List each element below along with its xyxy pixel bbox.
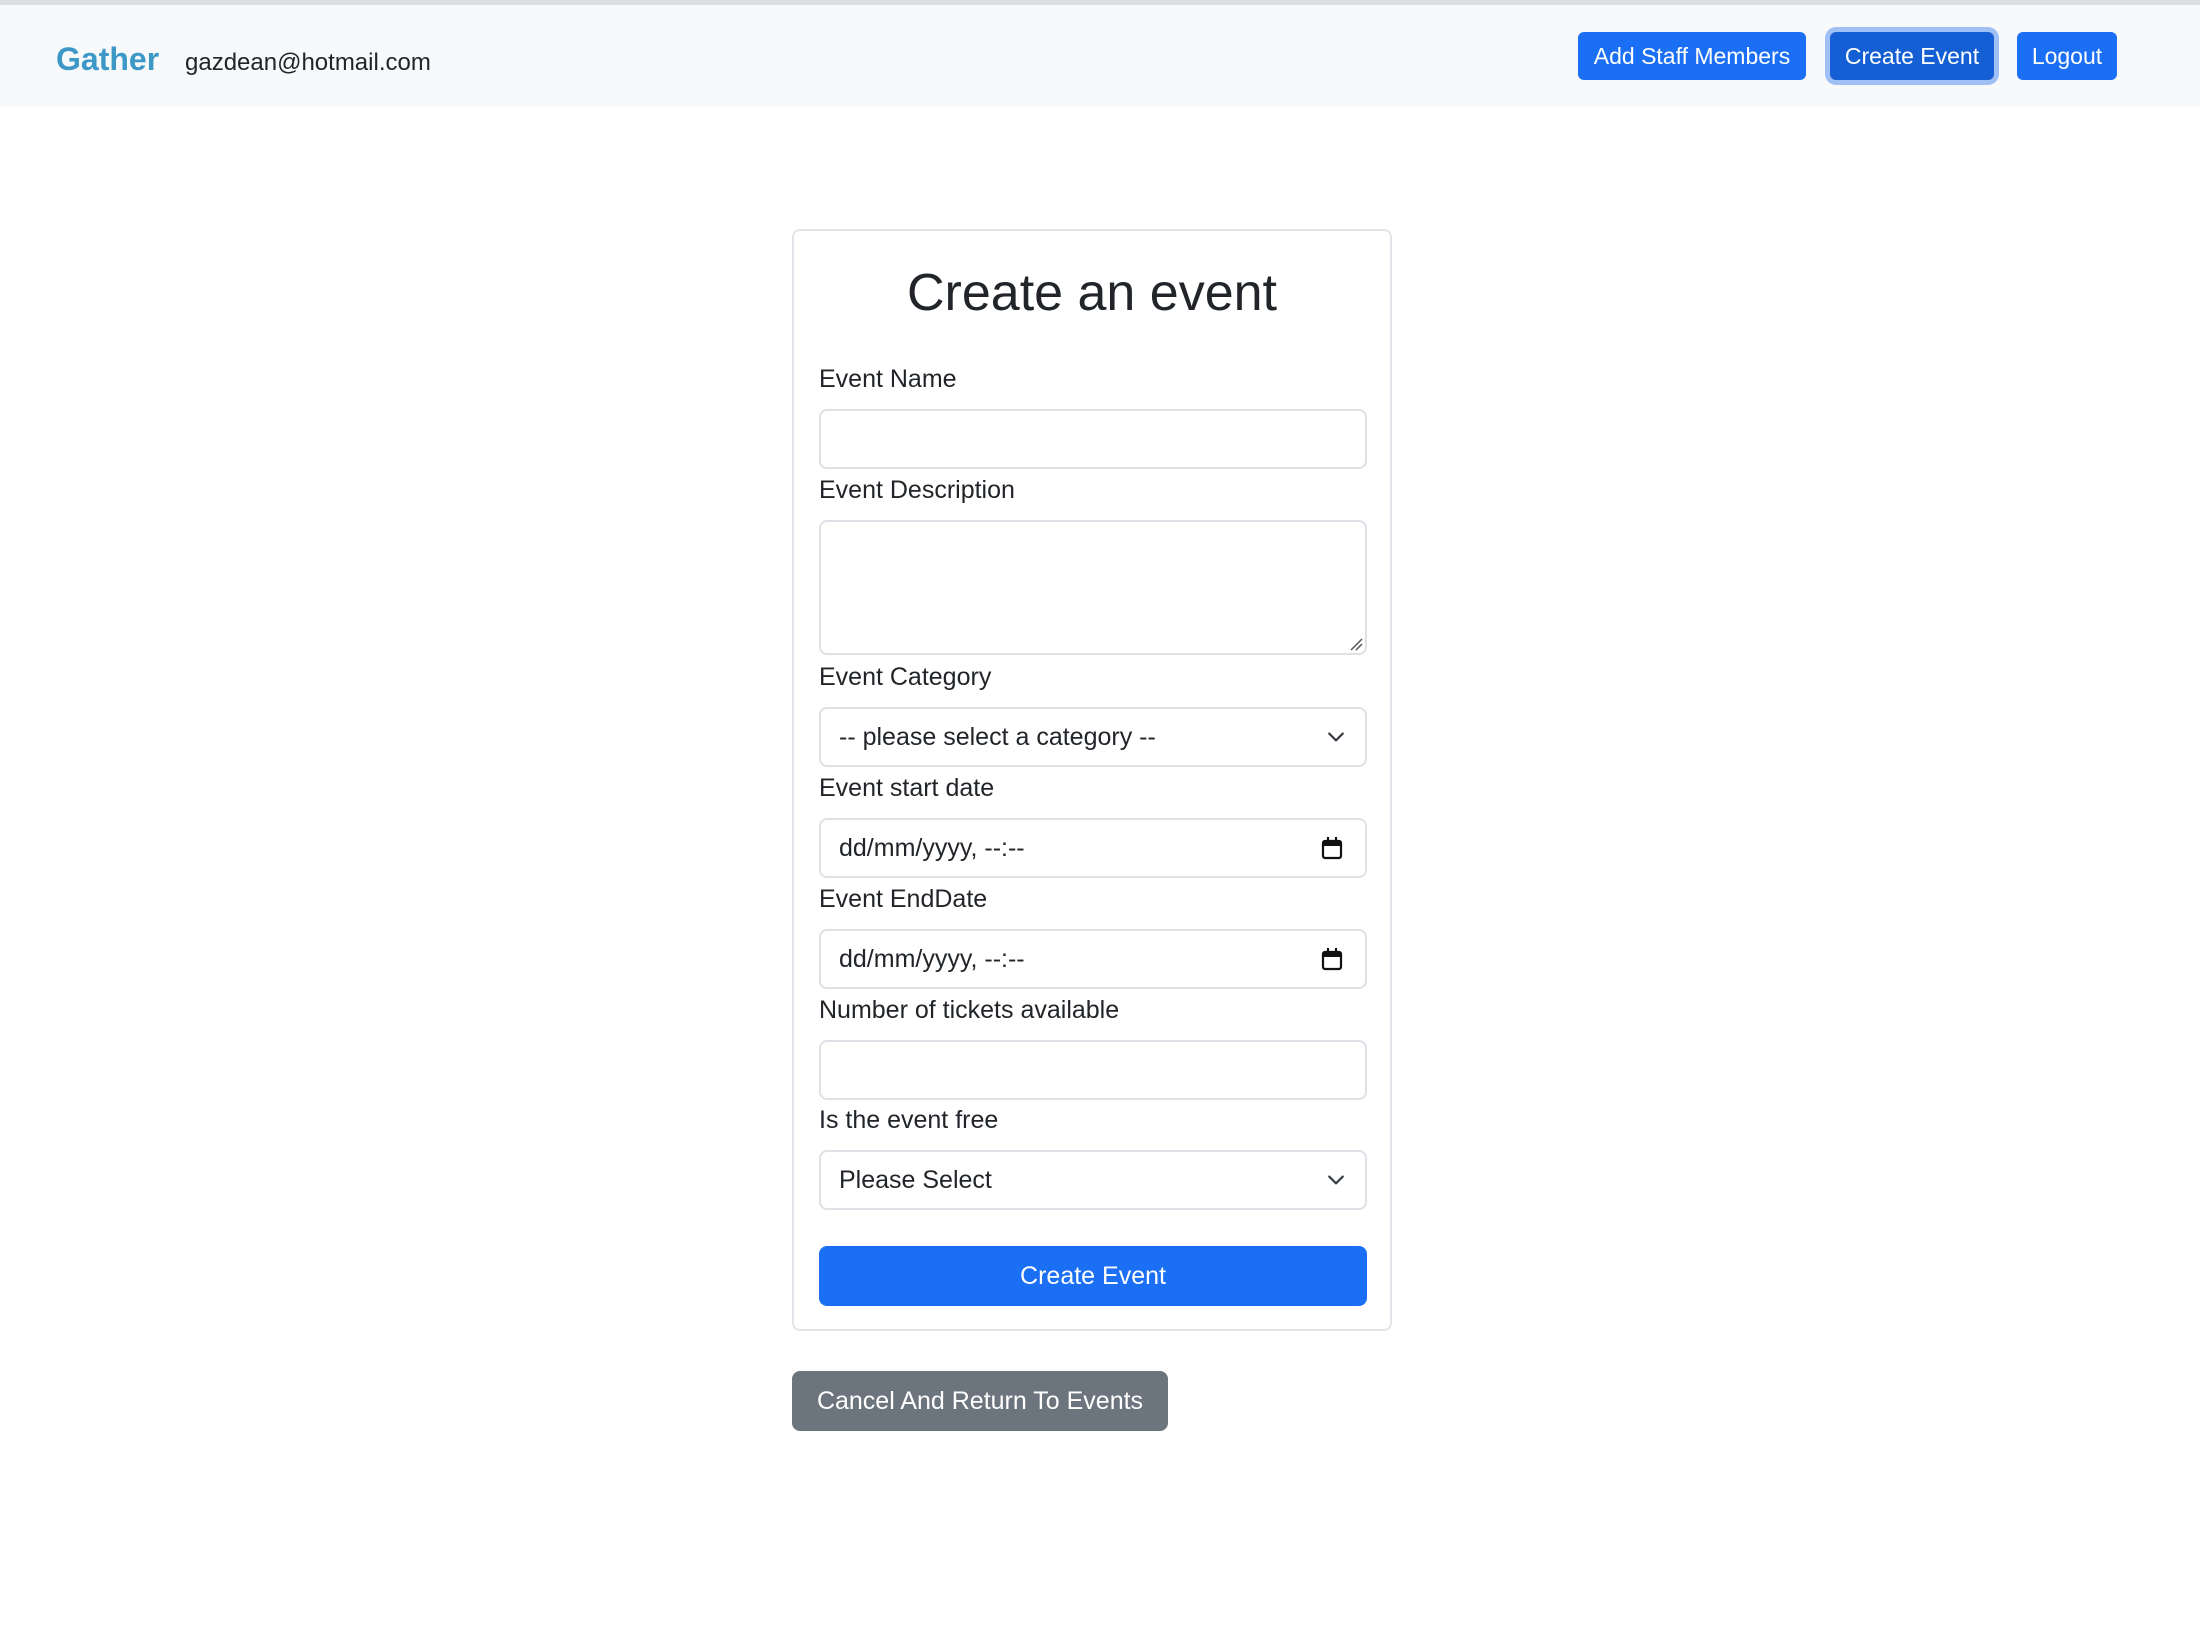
page-title: Create an event: [906, 264, 1278, 322]
event-name-label: Event Name: [819, 365, 957, 393]
create-event-submit-button[interactable]: Create Event: [819, 1246, 1367, 1306]
resize-grip-icon[interactable]: [1349, 637, 1363, 651]
start-date-label: Event start date: [819, 774, 995, 802]
event-category-select[interactable]: -- please select a category --: [819, 707, 1367, 767]
tickets-label: Number of tickets available: [819, 996, 1120, 1024]
event-description-textarea[interactable]: [819, 520, 1367, 655]
create-event-nav-button[interactable]: Create Event: [1830, 32, 1994, 80]
start-date-input[interactable]: dd/mm/yyyy, --:--: [819, 818, 1367, 878]
chevron-down-icon: [1328, 1175, 1344, 1185]
user-email: gazdean@hotmail.com: [185, 49, 431, 76]
calendar-icon[interactable]: [1321, 947, 1343, 971]
is-free-label: Is the event free: [819, 1106, 999, 1134]
start-date-value: dd/mm/yyyy, --:--: [839, 834, 1025, 862]
create-event-card: Create an event Event Name Event Descrip…: [792, 229, 1392, 1331]
end-date-label: Event EndDate: [819, 885, 988, 913]
calendar-icon[interactable]: [1321, 836, 1343, 860]
chevron-down-icon: [1328, 732, 1344, 742]
end-date-input[interactable]: dd/mm/yyyy, --:--: [819, 929, 1367, 989]
add-staff-members-button[interactable]: Add Staff Members: [1578, 32, 1806, 80]
event-category-selected: -- please select a category --: [839, 723, 1156, 751]
event-category-label: Event Category: [819, 663, 992, 691]
brand-logo[interactable]: Gather: [56, 39, 159, 79]
logout-button[interactable]: Logout: [2017, 32, 2117, 80]
is-free-select[interactable]: Please Select: [819, 1150, 1367, 1210]
end-date-value: dd/mm/yyyy, --:--: [839, 945, 1025, 973]
navbar: Gather gazdean@hotmail.com Add Staff Mem…: [0, 5, 2200, 106]
tickets-input[interactable]: [819, 1040, 1367, 1100]
cancel-return-button[interactable]: Cancel And Return To Events: [792, 1371, 1168, 1431]
event-description-label: Event Description: [819, 476, 1015, 504]
is-free-selected: Please Select: [839, 1166, 992, 1194]
event-name-input[interactable]: [819, 409, 1367, 469]
